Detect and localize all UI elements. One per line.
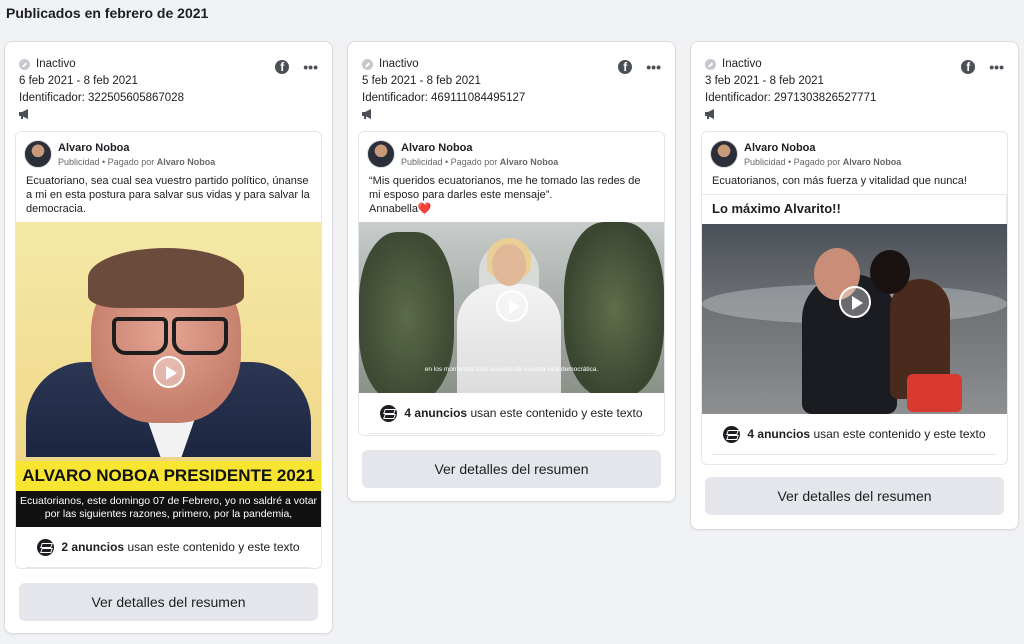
video-banner: ALVARO NOBOA PRESIDENTE 2021 bbox=[16, 461, 321, 491]
view-summary-details-button[interactable]: Ver detalles del resumen bbox=[362, 450, 661, 488]
advertiser-row: Alvaro Noboa Publicidad • Pagado por Alv… bbox=[359, 132, 664, 172]
date-range: 5 feb 2021 - 8 feb 2021 bbox=[362, 75, 481, 87]
view-summary-details-button[interactable]: Ver detalles del resumen bbox=[705, 477, 1004, 515]
usage-count: 4 anuncios bbox=[747, 427, 811, 441]
stack-icon bbox=[723, 425, 741, 443]
facebook-icon[interactable]: f bbox=[618, 60, 633, 74]
status-label: Inactivo bbox=[379, 58, 419, 70]
usage-row: 2 anuncios usan este contenido y este te… bbox=[16, 527, 321, 567]
video-frame-hair bbox=[88, 248, 244, 308]
advertiser-row: Alvaro Noboa Publicidad • Pagado por Alv… bbox=[16, 132, 321, 172]
paid-by-line: Publicidad • Pagado por Alvaro Noboa bbox=[58, 157, 215, 167]
divider bbox=[369, 433, 654, 434]
ad-identifier: Identificador: 2971303826527771 bbox=[705, 92, 877, 104]
ad-body-text: “Mis queridos ecuatorianos, me he tomado… bbox=[369, 175, 641, 215]
avatar[interactable] bbox=[24, 140, 52, 168]
megaphone-icon bbox=[19, 109, 31, 119]
more-options-icon[interactable]: ••• bbox=[303, 60, 318, 74]
usage-row: 4 anuncios usan este contenido y este te… bbox=[702, 414, 1007, 454]
ad-preview: Alvaro Noboa Publicidad • Pagado por Alv… bbox=[701, 131, 1008, 465]
paid-by-line: Publicidad • Pagado por Alvaro Noboa bbox=[401, 157, 558, 167]
ad-card: Inactivo 3 feb 2021 - 8 feb 2021 Identif… bbox=[690, 41, 1019, 530]
advertiser-row: Alvaro Noboa Publicidad • Pagado por Alv… bbox=[702, 132, 1007, 172]
megaphone-icon bbox=[362, 109, 374, 119]
advertiser-name[interactable]: Alvaro Noboa bbox=[401, 142, 473, 154]
ad-headline: Lo máximo Alvarito!! bbox=[712, 201, 841, 216]
ad-card: Inactivo 5 feb 2021 - 8 feb 2021 Identif… bbox=[347, 41, 676, 502]
ad-body-text: Ecuatoriano, sea cual sea vuestro partid… bbox=[26, 175, 310, 215]
date-range: 3 feb 2021 - 8 feb 2021 bbox=[705, 75, 824, 87]
video-frame-shorts bbox=[907, 374, 962, 412]
ad-video[interactable] bbox=[702, 224, 1007, 414]
more-options-icon[interactable]: ••• bbox=[646, 60, 661, 74]
status-label: Inactivo bbox=[722, 58, 762, 70]
facebook-icon[interactable]: f bbox=[961, 60, 976, 74]
play-icon[interactable] bbox=[152, 356, 185, 388]
stack-icon bbox=[380, 404, 398, 422]
card-header: Inactivo 6 feb 2021 - 8 feb 2021 Identif… bbox=[19, 57, 318, 127]
ad-card: Inactivo 6 feb 2021 - 8 feb 2021 Identif… bbox=[4, 41, 333, 634]
paid-by-prefix: Publicidad • Pagado por bbox=[401, 157, 498, 167]
megaphone-icon bbox=[705, 109, 717, 119]
video-frame-face bbox=[870, 250, 910, 294]
status-row: Inactivo bbox=[19, 57, 318, 71]
video-frame-glasses bbox=[112, 317, 168, 355]
play-icon[interactable] bbox=[838, 286, 871, 318]
card-header: Inactivo 5 feb 2021 - 8 feb 2021 Identif… bbox=[362, 57, 661, 127]
paid-by-prefix: Publicidad • Pagado por bbox=[58, 157, 155, 167]
usage-row: 4 anuncios usan este contenido y este te… bbox=[359, 393, 664, 433]
ad-preview: Alvaro Noboa Publicidad • Pagado por Alv… bbox=[15, 131, 322, 569]
more-options-icon[interactable]: ••• bbox=[989, 60, 1004, 74]
view-summary-details-button[interactable]: Ver detalles del resumen bbox=[19, 583, 318, 621]
page-title: Publicados en febrero de 2021 bbox=[6, 5, 209, 21]
payer-name[interactable]: Alvaro Noboa bbox=[500, 157, 559, 167]
usage-text: usan este contenido y este texto bbox=[470, 406, 643, 420]
advertiser-name[interactable]: Alvaro Noboa bbox=[58, 142, 130, 154]
inactive-status-icon bbox=[362, 58, 373, 70]
video-frame-glasses bbox=[172, 317, 228, 355]
usage-count: 4 anuncios bbox=[404, 406, 468, 420]
video-subtitle: en los momentos más oscuros de nuestra v… bbox=[424, 366, 599, 373]
stack-icon bbox=[37, 538, 55, 556]
video-frame-face bbox=[492, 244, 526, 286]
usage-text: usan este contenido y este texto bbox=[813, 427, 986, 441]
usage-text: usan este contenido y este texto bbox=[127, 540, 300, 554]
advertiser-name[interactable]: Alvaro Noboa bbox=[744, 142, 816, 154]
play-icon[interactable] bbox=[495, 290, 528, 322]
divider bbox=[712, 454, 997, 455]
ad-video[interactable]: ALVARO NOBOA PRESIDENTE 2021 Ecuatoriano… bbox=[16, 222, 321, 527]
avatar[interactable] bbox=[367, 140, 395, 168]
payer-name[interactable]: Alvaro Noboa bbox=[843, 157, 902, 167]
date-range: 6 feb 2021 - 8 feb 2021 bbox=[19, 75, 138, 87]
ad-video[interactable]: en los momentos más oscuros de nuestra v… bbox=[359, 222, 664, 393]
payer-name[interactable]: Alvaro Noboa bbox=[157, 157, 216, 167]
divider bbox=[26, 567, 311, 568]
status-row: Inactivo bbox=[362, 57, 661, 71]
ad-identifier: Identificador: 322505605867028 bbox=[19, 92, 184, 104]
avatar[interactable] bbox=[710, 140, 738, 168]
ad-identifier: Identificador: 469111084495127 bbox=[362, 92, 526, 104]
ad-body-text: Ecuatorianos, con más fuerza y vitalidad… bbox=[712, 175, 967, 187]
video-caption: Ecuatorianos, este domingo 07 de Febrero… bbox=[16, 491, 321, 527]
status-row: Inactivo bbox=[705, 57, 1004, 71]
inactive-status-icon bbox=[19, 58, 30, 70]
inactive-status-icon bbox=[705, 58, 716, 70]
paid-by-line: Publicidad • Pagado por Alvaro Noboa bbox=[744, 157, 901, 167]
ad-preview: Alvaro Noboa Publicidad • Pagado por Alv… bbox=[358, 131, 665, 436]
facebook-icon[interactable]: f bbox=[275, 60, 290, 74]
status-label: Inactivo bbox=[36, 58, 76, 70]
paid-by-prefix: Publicidad • Pagado por bbox=[744, 157, 841, 167]
card-header: Inactivo 3 feb 2021 - 8 feb 2021 Identif… bbox=[705, 57, 1004, 127]
usage-count: 2 anuncios bbox=[61, 540, 125, 554]
